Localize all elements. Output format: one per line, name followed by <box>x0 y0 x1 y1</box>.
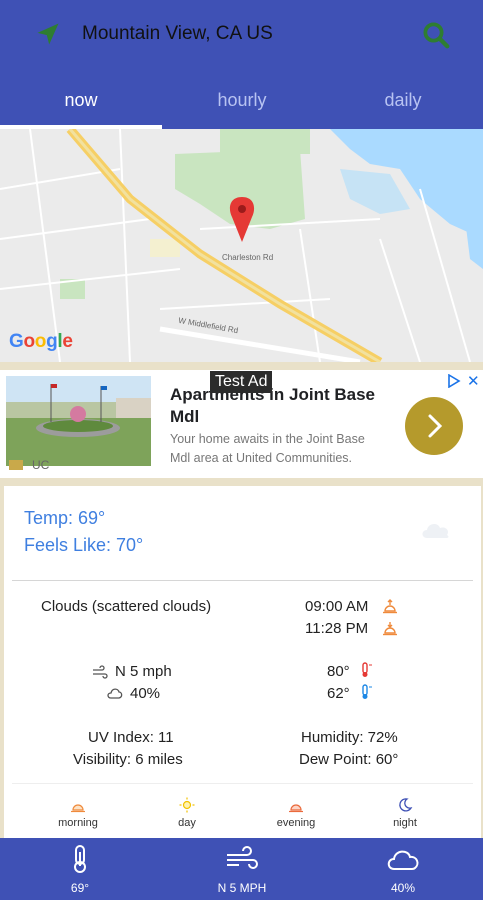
location-title[interactable]: Mountain View, CA US <box>82 23 273 45</box>
ad-open-button[interactable] <box>405 397 463 455</box>
uv-index: UV Index: 11 <box>88 729 174 746</box>
current-weather-card: Temp: 69° Feels Like: 70° Clouds (scatte… <box>4 486 481 838</box>
thermometer-icon <box>74 845 86 873</box>
sunrise-icon <box>71 804 85 813</box>
period-label: evening <box>276 817 316 829</box>
bottom-wind[interactable]: N 5 MPH <box>182 844 302 895</box>
period-label: day <box>178 817 196 829</box>
cloud-icon <box>422 524 449 538</box>
map-view[interactable]: Charleston Rd W Middlefield Rd Google <box>0 129 483 362</box>
bottom-temp-label: 69° <box>70 881 90 895</box>
moon-icon <box>399 798 413 812</box>
thermometer-low-icon <box>362 684 372 699</box>
period-evening[interactable]: evening <box>256 797 336 829</box>
tab-daily[interactable]: daily <box>323 90 483 111</box>
dew-point: Dew Point: 60° <box>299 751 399 768</box>
test-ad-badge: Test Ad <box>210 371 273 393</box>
sun-icon <box>179 797 195 813</box>
tab-bar: now hourly daily <box>0 72 483 129</box>
visibility: Visibility: 6 miles <box>73 751 183 768</box>
divider <box>12 580 473 581</box>
period-morning[interactable]: morning <box>38 797 118 829</box>
ad-title[interactable]: Apartments in Joint Base Mdl <box>170 384 385 428</box>
sunrise-time: 09:00 AM <box>305 598 369 615</box>
advertiser-logo-icon <box>9 460 23 470</box>
high-temp: 80° <box>327 663 350 680</box>
wind-icon <box>93 665 108 679</box>
condition-text: Clouds (scattered clouds) <box>41 598 212 615</box>
period-day[interactable]: day <box>147 797 227 829</box>
ad-image <box>6 376 151 466</box>
bottom-summary-bar: 69° N 5 MPH 40% <box>0 838 483 900</box>
sunset-time: 11:28 PM <box>305 620 369 637</box>
adchoices-icon[interactable] <box>447 374 461 388</box>
bottom-wind-label: N 5 MPH <box>217 881 267 895</box>
sunset-icon <box>289 804 303 813</box>
wind-icon <box>227 846 258 869</box>
location-arrow-icon[interactable] <box>34 20 62 48</box>
app-header: Mountain View, CA US <box>0 0 483 72</box>
google-logo: Google <box>9 331 73 352</box>
humidity: Humidity: 72% <box>301 729 398 746</box>
tab-hourly[interactable]: hourly <box>162 90 322 111</box>
period-label: morning <box>58 817 98 829</box>
chevron-right-icon <box>428 414 443 438</box>
period-label: night <box>393 817 417 829</box>
sunrise-icon <box>383 599 397 614</box>
low-temp: 62° <box>327 685 350 702</box>
tab-now[interactable]: now <box>1 90 161 111</box>
cloud-cover-value: 40% <box>130 685 161 702</box>
street-label: Charleston Rd <box>222 253 274 262</box>
bottom-temp[interactable]: 69° <box>20 844 140 895</box>
sunset-icon <box>383 622 397 636</box>
map-canvas <box>0 129 483 362</box>
ad-close-icon[interactable]: ✕ <box>467 372 480 390</box>
bottom-clouds-label: 40% <box>390 881 416 895</box>
current-temp: Temp: 69° <box>24 508 106 528</box>
bottom-clouds[interactable]: 40% <box>343 844 463 895</box>
ad-advertiser: UC <box>32 458 50 472</box>
wind-value: N 5 mph <box>115 663 172 680</box>
feels-like: Feels Like: 70° <box>24 535 144 555</box>
ad-subtitle: Your home awaits in the Joint Base Mdl a… <box>170 432 365 465</box>
cloud-cover-icon <box>107 688 123 699</box>
cloud-icon <box>387 850 419 870</box>
period-night[interactable]: night <box>365 797 445 829</box>
search-icon[interactable] <box>421 20 451 50</box>
divider <box>12 783 473 784</box>
thermometer-high-icon <box>362 662 372 677</box>
